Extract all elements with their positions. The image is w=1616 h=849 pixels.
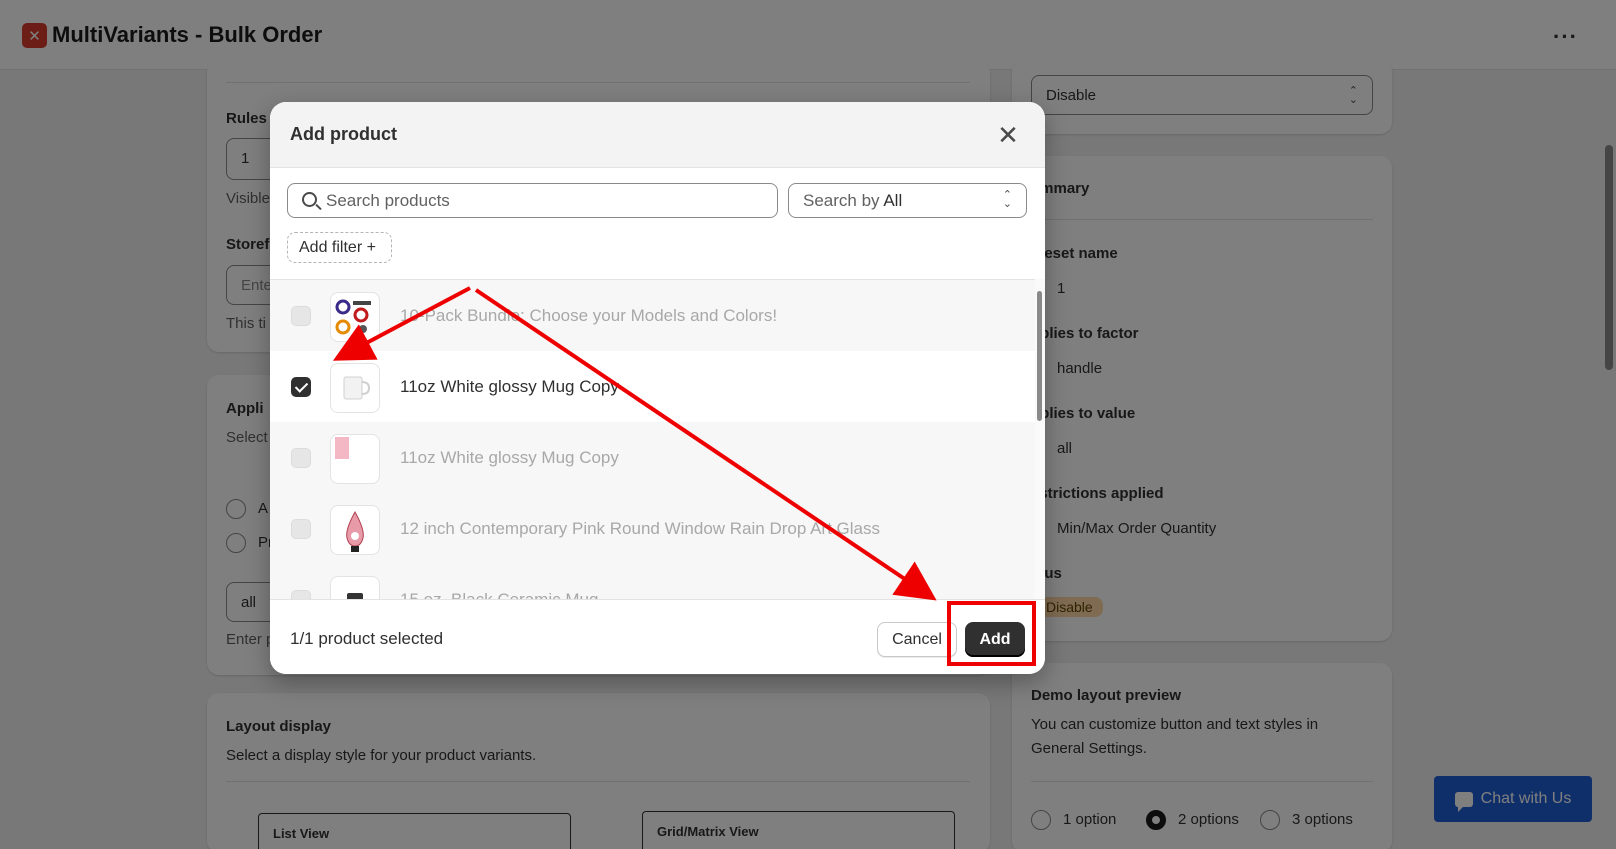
arrow-to-add-button <box>474 288 937 601</box>
arrow-to-checkbox <box>332 286 471 361</box>
annotation-arrows <box>332 286 937 601</box>
